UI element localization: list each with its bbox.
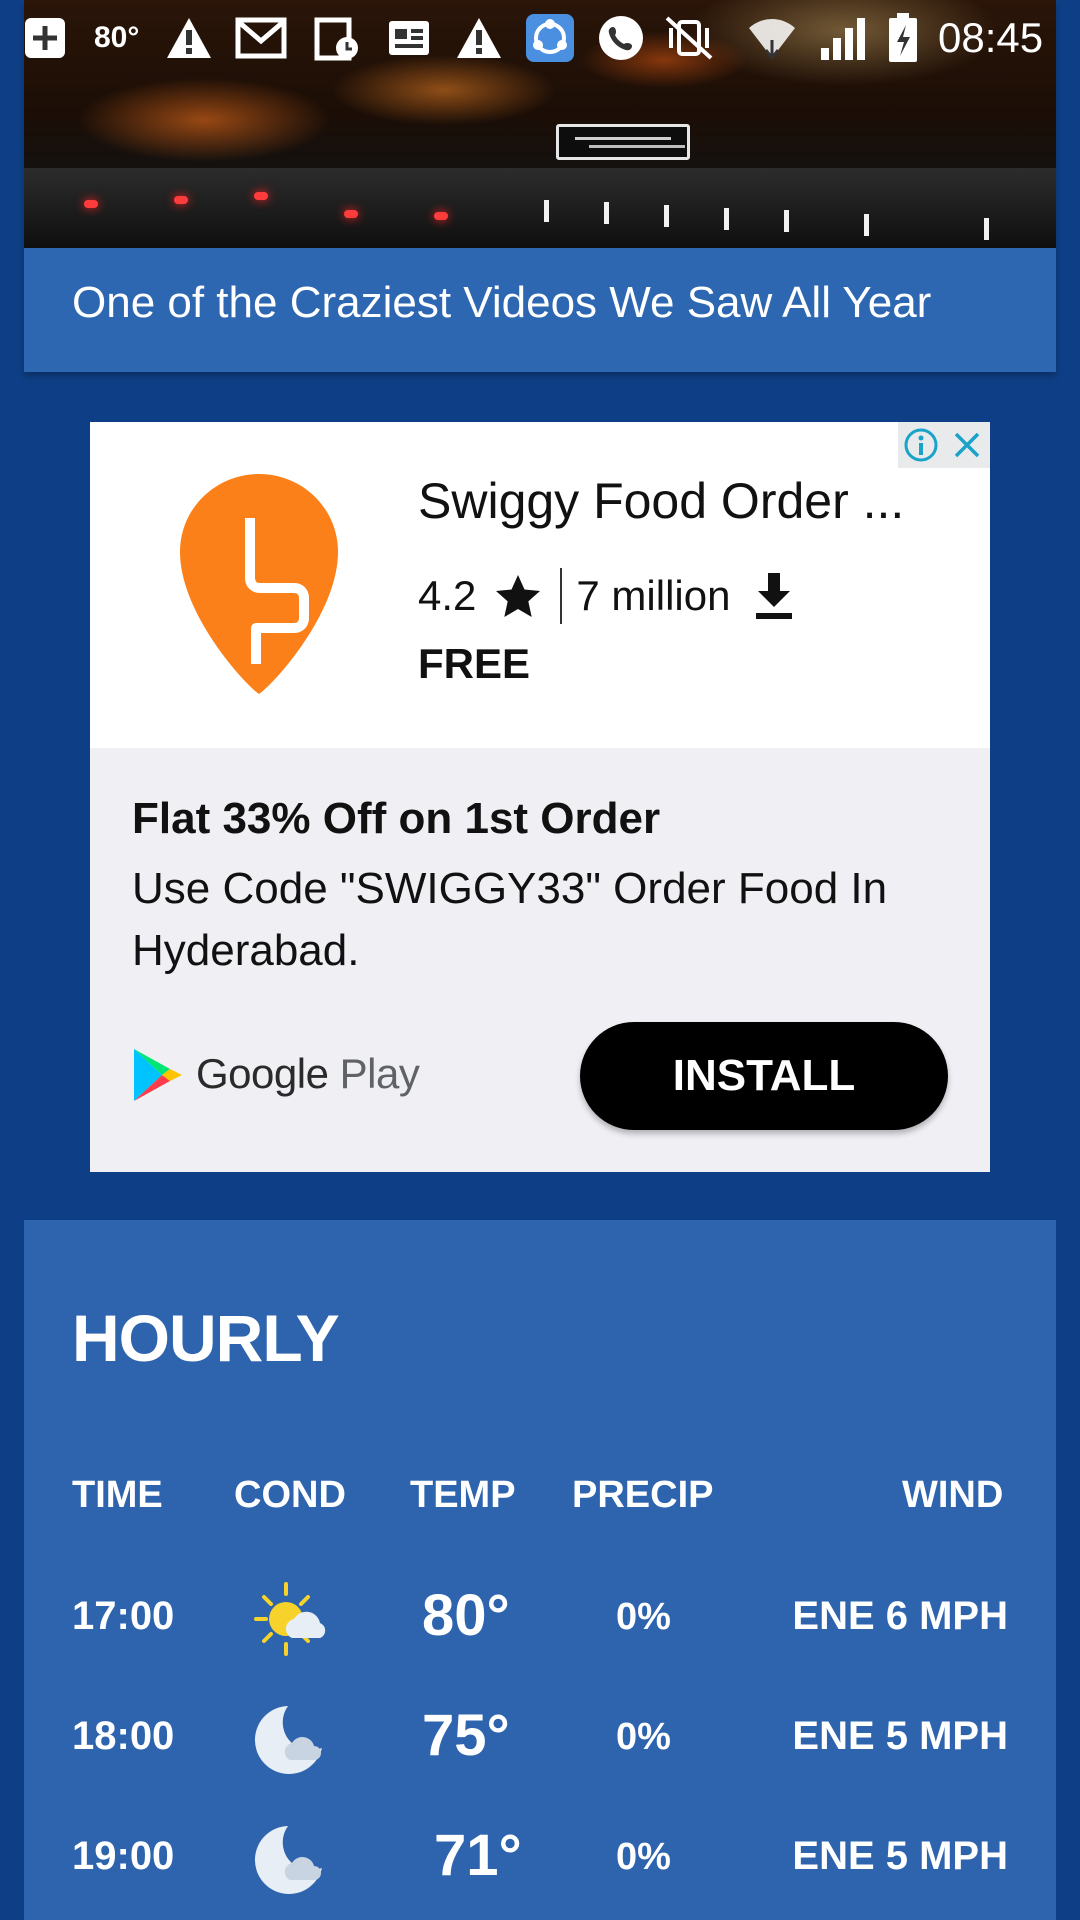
road-post <box>664 205 669 227</box>
road-sign <box>556 124 690 160</box>
google-play-icon <box>134 1049 182 1101</box>
hourly-title: HOURLY <box>72 1301 340 1375</box>
car-tail-light <box>434 212 448 220</box>
column-header-temp: TEMP <box>410 1474 516 1516</box>
row-time: 19:00 <box>72 1834 175 1878</box>
row-time: 18:00 <box>72 1714 175 1758</box>
row-precip: 0% <box>616 1716 671 1758</box>
status-bar: 80° 08:45 <box>0 0 1080 76</box>
road-post <box>604 202 609 224</box>
column-header-precip: PRECIP <box>572 1474 714 1516</box>
row-precip: 0% <box>616 1596 671 1638</box>
ad-app-name[interactable]: Swiggy Food Order ... <box>418 472 904 530</box>
row-temp: 80° <box>422 1583 510 1648</box>
status-clock: 08:45 <box>938 14 1044 61</box>
column-header-wind: WIND <box>902 1474 1004 1516</box>
close-icon[interactable] <box>944 422 990 468</box>
road-scene <box>24 168 1056 248</box>
road-post <box>544 200 549 222</box>
column-header-time: TIME <box>72 1474 163 1516</box>
moon-cloud-icon <box>254 1826 322 1894</box>
ad-rating: 4.2 <box>418 572 477 619</box>
add-icon <box>20 14 70 62</box>
row-temp: 71° <box>434 1823 522 1888</box>
download-icon <box>756 573 793 619</box>
ad-headline[interactable]: Flat 33% Off on 1st Order <box>132 794 660 844</box>
google-play-label: Google Play <box>196 1050 420 1098</box>
car-tail-light <box>344 210 358 218</box>
ad-card[interactable]: Swiggy Food Order ... 4.2 7 million FREE… <box>90 422 990 1172</box>
row-wind: ENE 6 MPH <box>792 1594 1008 1638</box>
road-post <box>864 214 869 236</box>
hourly-forecast-card: HOURLY TIME COND TEMP PRECIP WIND 17:00 … <box>24 1220 1056 1920</box>
row-wind: ENE 5 MPH <box>792 1714 1008 1758</box>
ad-downloads: 7 million <box>576 572 731 619</box>
sun-cloud-icon <box>254 1582 326 1656</box>
row-temp: 75° <box>422 1703 510 1768</box>
star-icon <box>496 575 541 617</box>
ad-choices[interactable] <box>898 422 990 468</box>
warning-icon <box>454 14 504 62</box>
swiggy-logo-icon[interactable] <box>176 470 342 694</box>
calendar-clock-icon <box>312 14 362 62</box>
news-icon <box>384 14 434 62</box>
car-tail-light <box>254 192 268 200</box>
ad-description[interactable]: Use Code "SWIGGY33" Order Food In Hydera… <box>132 858 932 982</box>
column-header-cond: COND <box>234 1474 346 1516</box>
warning-icon <box>164 14 214 62</box>
moon-cloud-icon <box>254 1706 322 1774</box>
row-time: 17:00 <box>72 1594 175 1638</box>
road-post <box>784 210 789 232</box>
phone-icon <box>596 14 646 62</box>
google-play-label-sub: Play <box>339 1050 420 1097</box>
wifi-icon <box>746 14 798 62</box>
ad-meta: 4.2 7 million <box>418 568 796 624</box>
car-tail-light <box>174 196 188 204</box>
install-button[interactable]: INSTALL <box>580 1022 948 1130</box>
video-title[interactable]: One of the Craziest Videos We Saw All Ye… <box>72 278 931 328</box>
signal-icon <box>816 14 870 62</box>
road-post <box>984 218 989 240</box>
sync-app-icon <box>524 14 576 62</box>
meta-divider <box>560 568 563 624</box>
car-tail-light <box>84 200 98 208</box>
info-icon[interactable] <box>898 422 944 468</box>
battery-charging-icon <box>886 13 920 62</box>
vibrate-mute-icon <box>662 14 716 62</box>
road-post <box>724 208 729 230</box>
status-temperature: 80° <box>94 21 140 54</box>
row-wind: ENE 5 MPH <box>792 1834 1008 1878</box>
row-precip: 0% <box>616 1836 671 1878</box>
google-play-label-main: Google <box>196 1050 329 1097</box>
gmail-icon <box>234 14 288 62</box>
ad-price: FREE <box>418 640 531 687</box>
